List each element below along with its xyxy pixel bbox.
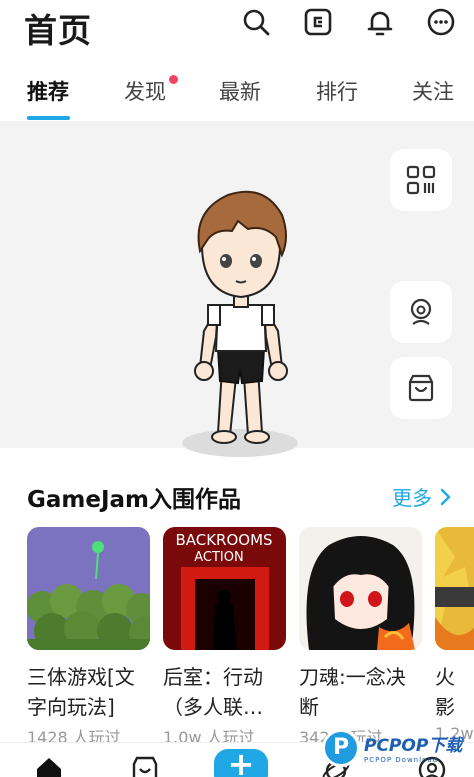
shop-bag-icon [132, 756, 158, 777]
game-thumbnail [435, 527, 474, 650]
game-thumbnail [299, 527, 422, 650]
game-title: 后室：行动（多人联… [163, 665, 263, 719]
character-avatar[interactable] [178, 181, 308, 461]
avatar-icon [410, 298, 432, 325]
shop-button[interactable] [390, 357, 452, 419]
game-title: 刀魂:一念决断 [299, 665, 406, 719]
more-label: 更多 [392, 486, 432, 510]
game-title: 火影巅峰 [435, 665, 455, 719]
watermark-logo: P [322, 728, 360, 767]
discover-badge [169, 75, 178, 84]
nav-shop[interactable] [129, 755, 161, 777]
thumb-action-text: ACTION [194, 550, 243, 565]
avatar-stage [0, 121, 474, 457]
game-thumbnail: BACKROOMS ACTION [163, 527, 286, 650]
game-card[interactable]: 刀魂:一念决断 342 人玩过 [299, 527, 422, 748]
top-header: 首页 [0, 0, 474, 52]
page-title: 首页 [24, 11, 92, 50]
tab-bar: 推荐 发现 最新 排行 关注 [0, 62, 474, 120]
coupon-icon[interactable] [302, 6, 334, 38]
nav-home[interactable] [33, 755, 65, 777]
bell-icon[interactable] [364, 6, 396, 38]
tab-latest[interactable]: 最新 [219, 76, 261, 106]
chat-icon[interactable] [425, 6, 457, 38]
game-card[interactable]: 三体游戏[文字向玩法] 1428 人玩过 [27, 527, 150, 748]
avatar-edit-button[interactable] [390, 281, 452, 343]
watermark-main: PCPOP下载 [364, 736, 463, 756]
plus-icon: + [227, 745, 255, 777]
tab-recommend[interactable]: 推荐 [27, 76, 69, 106]
watermark: P PCPOP下载 PCPOP Download [322, 718, 472, 777]
tab-ranking[interactable]: 排行 [316, 76, 358, 106]
game-card[interactable]: 火影巅峰 1.2w [435, 527, 474, 743]
section-title: GameJam入围作品 [27, 487, 242, 513]
game-title: 三体游戏[文字向玩法] [27, 665, 135, 719]
qr-scan-button[interactable] [390, 149, 452, 211]
tab-discover[interactable]: 发现 [124, 76, 166, 106]
add-button[interactable]: + [214, 745, 268, 777]
home-icon [37, 758, 61, 777]
chevron-right-icon [440, 488, 451, 505]
tab-following[interactable]: 关注 [412, 76, 454, 106]
qr-scan-icon [406, 165, 436, 195]
game-thumbnail [27, 527, 150, 650]
thumb-backrooms-text: BACKROOMS [175, 531, 272, 549]
active-tab-indicator [27, 116, 70, 120]
shop-bag-icon [408, 374, 434, 402]
more-link[interactable]: 更多 [392, 482, 454, 511]
game-card[interactable]: BACKROOMS ACTION 后室：行动（多人联… 1.0w 人玩过 [163, 527, 286, 748]
search-icon[interactable] [240, 6, 272, 38]
watermark-sub: PCPOP Download [364, 756, 439, 764]
